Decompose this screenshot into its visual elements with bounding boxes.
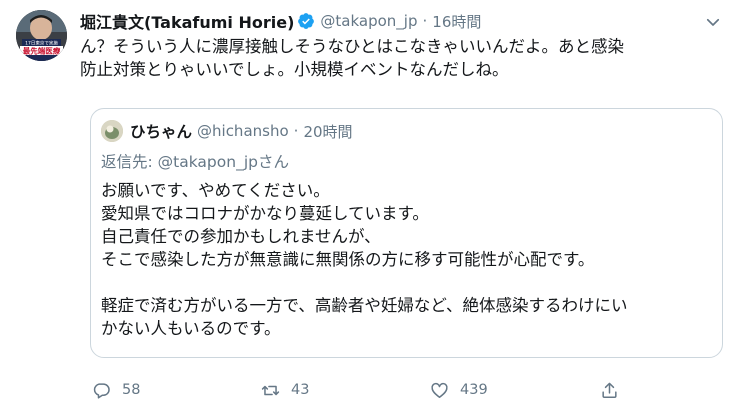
quoted-tweet-text: お願いです、やめてください。 愛知県ではコロナがかなり蔓延しています。 自己責任… [101, 179, 628, 340]
quoted-author-display-name: ひちゃん [130, 123, 193, 141]
author-avatar[interactable]: 17日東京で実施 最先端医療 [16, 10, 67, 61]
author-display-name[interactable]: 堀江貴文(Takafumi Horie) [80, 9, 294, 33]
chevron-down-icon[interactable] [704, 13, 722, 31]
quoted-text-line: かない人もいるのです。 [101, 319, 281, 338]
like-count: 439 [460, 382, 488, 398]
heart-icon [431, 382, 448, 398]
quoted-text-line [101, 271, 628, 294]
tweet-actions: 58 43 439 [80, 378, 640, 402]
reply-icon [93, 382, 110, 399]
reply-prefix: 返信先: [101, 153, 158, 171]
avatar-caption: 最先端医療 [23, 46, 61, 56]
share-button[interactable] [600, 378, 619, 402]
reply-button[interactable]: 58 [92, 378, 140, 402]
tweet-time[interactable]: 16時間 [432, 11, 481, 32]
reply-suffix: さん [257, 153, 289, 171]
tweet-header: 堀江貴文(Takafumi Horie) @takapon_jp · 16時間 [80, 8, 726, 34]
quoted-text-line: お願いです、やめてください。 [101, 181, 330, 200]
quoted-author-avatar [101, 120, 123, 142]
quoted-author-handle: @hichansho [197, 122, 289, 140]
quoted-text-line: そこで感染した方が無意識に無関係の方に移す可能性が心配です。 [101, 250, 595, 269]
tweet-text-line: 防止対策とりゃいいでしょ。小規模イベントなんだしね。 [80, 60, 509, 79]
quoted-meta-separator: · [293, 122, 299, 140]
quoted-reply-context: 返信先: @takapon_jpさん [101, 150, 289, 172]
share-icon [602, 382, 617, 398]
reply-count: 58 [122, 382, 141, 398]
verified-badge-icon [297, 12, 315, 30]
retweet-count: 43 [291, 382, 310, 398]
author-avatar-image: 17日東京で実施 最先端医療 [16, 10, 67, 61]
tweet-text-line: ん？そういう人に濃厚接触しそうなひとはこなきゃいいんだよ。あと感染 [80, 37, 625, 56]
quoted-text-line: 愛知県ではコロナがかなり蔓延しています。 [101, 204, 429, 223]
quoted-text-line: 自己責任での参加かもしれませんが、 [101, 227, 381, 246]
quoted-tweet[interactable]: ひちゃん @hichansho · 20時間 返信先: @takapon_jpさ… [90, 108, 723, 358]
author-handle[interactable]: @takapon_jp [320, 12, 417, 30]
quoted-text-line: 軽症で済む方がいる一方で、高齢者や妊婦など、絶体感染するわけにい [101, 296, 628, 315]
retweet-button[interactable]: 43 [261, 378, 309, 402]
like-button[interactable]: 439 [430, 378, 488, 402]
tweet-text: ん？そういう人に濃厚接触しそうなひとはこなきゃいいんだよ。あと感染 防止対策とり… [80, 35, 730, 81]
quoted-tweet-time: 20時間 [303, 122, 353, 141]
meta-separator: · [422, 12, 428, 30]
quoted-tweet-header: ひちゃん @hichansho · 20時間 [101, 120, 353, 142]
reply-mention: @takapon_jp [157, 153, 258, 171]
avatar-small-text: 17日東京で実施 [25, 40, 58, 47]
retweet-icon [261, 385, 280, 395]
